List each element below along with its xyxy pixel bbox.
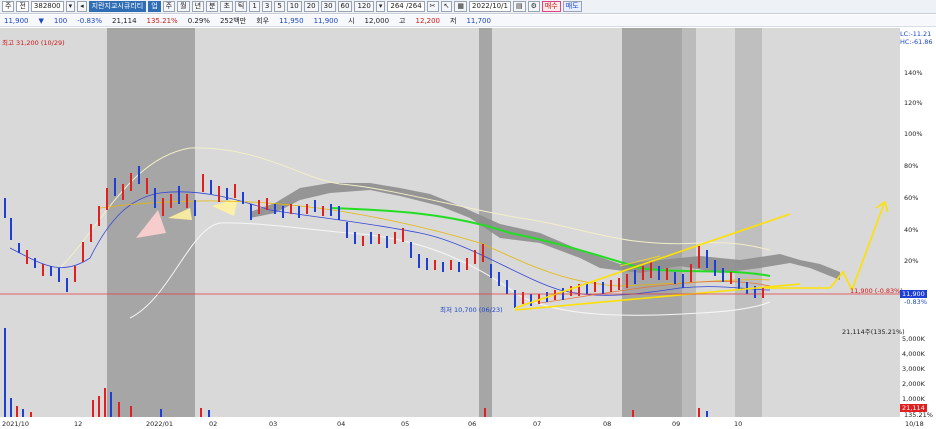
interval-button[interactable]: 3 (261, 1, 273, 12)
buy-button[interactable]: 매수 (541, 1, 561, 12)
date-tick: 10 (734, 420, 743, 428)
price-chart[interactable] (0, 28, 936, 429)
date-tick: 06 (468, 420, 477, 428)
low-annotation: 최저 10,700 (06/23) (440, 306, 503, 314)
interval-button[interactable]: 60 (337, 1, 353, 12)
period-button-month[interactable]: 월 (177, 1, 190, 12)
open-price: 11,900 (313, 16, 339, 25)
interval-button[interactable]: 10 (286, 1, 302, 12)
interval-button[interactable]: 20 (303, 1, 319, 12)
open-label: 시 (348, 16, 355, 25)
vol-tick: 4,000K (902, 350, 925, 358)
prev-price: 11,950 (279, 16, 304, 25)
date-tick: 09 (672, 420, 681, 428)
pct-tick: 120% (904, 99, 923, 107)
indicator-lc: LC:-11.21 (900, 30, 932, 38)
sell-button[interactable]: 매도 (562, 1, 582, 12)
pct-tick: 60% (904, 194, 919, 202)
date-tick: 2022/01 (146, 420, 174, 428)
open-price-2: 12,000 (364, 16, 390, 25)
date-tick: 02 (209, 420, 218, 428)
date-tick: 12 (74, 420, 83, 428)
prev-stock-button[interactable]: ◂ (77, 1, 87, 12)
period-button-tick[interactable]: 틱 (234, 1, 248, 12)
chart-toolbar: 주 전 382800 ▾ ◂ 지란지교시큐리티 업 주 월 년 분 초 틱 1 … (0, 0, 936, 14)
page-counter: 264 /264 (387, 1, 425, 12)
market-select[interactable]: 전 (16, 1, 29, 12)
date-input[interactable]: 2022/10/1 (469, 1, 511, 12)
price-change: 100 (53, 16, 68, 25)
date-tick: 07 (533, 420, 542, 428)
pct-tick: 100% (904, 130, 923, 138)
sector-tag[interactable]: 업 (148, 1, 161, 12)
period-button-minute[interactable]: 분 (206, 1, 219, 12)
pct-tick: 20% (904, 257, 919, 265)
date-tick: 08 (603, 420, 612, 428)
date-tick: 2021/10 (2, 420, 30, 428)
current-pct-tag: -0.83% (904, 298, 927, 306)
interval-button[interactable]: 5 (274, 1, 285, 12)
date-tick: 10/18 (905, 420, 924, 428)
stock-code-input[interactable]: 382800 (30, 1, 64, 12)
pct-tick: 40% (904, 226, 919, 234)
interval-button[interactable]: 1 (249, 1, 260, 12)
low-price: 11,700 (466, 16, 491, 25)
grid-icon[interactable]: ▦ (454, 1, 468, 12)
pct-tick: 80% (904, 162, 919, 170)
period-button-year[interactable]: 년 (191, 1, 205, 12)
period-button-second[interactable]: 초 (220, 1, 233, 12)
dropdown-icon[interactable]: ▾ (375, 1, 386, 12)
trade-amount: 252백만 (219, 16, 247, 25)
vol-tick: 2,000K (902, 380, 925, 388)
interval-button[interactable]: 30 (320, 1, 336, 12)
gear-icon[interactable]: ⚙ (527, 1, 540, 12)
date-tick: 05 (401, 420, 410, 428)
price-change-pct: -0.83% (77, 16, 103, 25)
pct-tick: 140% (904, 69, 923, 77)
turnover-pct: 0.29% (187, 16, 210, 25)
volume: 21,114 (112, 16, 137, 25)
low-label: 저 (449, 16, 457, 25)
vol-tick: 1,000K (902, 395, 925, 403)
vol-tick: 5,000K (902, 335, 925, 343)
volume-ratio: 135.21% (146, 16, 178, 25)
down-arrow-icon: ▼ (38, 16, 44, 25)
vol-tick: 3,000K (902, 365, 925, 373)
high-price: 12,200 (415, 16, 440, 25)
current-price: 11,900 (4, 16, 29, 25)
indicator-hc: HC:-61.86 (900, 38, 933, 46)
period-button-week[interactable]: 주 (162, 1, 176, 12)
date-tick: 03 (269, 420, 278, 428)
chart-period-select[interactable]: 주 (2, 1, 15, 12)
quote-bar: 11,900 ▼ 100 -0.83% 21,114 135.21% 0.29%… (0, 15, 936, 27)
date-tick: 04 (337, 420, 346, 428)
search-icon[interactable]: ▾ (65, 1, 76, 12)
volume-pct-tag: 135.21% (904, 411, 933, 419)
current-price-tag: 11,900 (900, 290, 927, 298)
prev-label: 회우 (256, 16, 270, 25)
calendar-icon[interactable]: ▤ (512, 1, 526, 12)
stock-name[interactable]: 지란지교시큐리티 (88, 1, 147, 12)
high-label: 고 (399, 16, 406, 25)
price-annotation: 11,900 (-0.83%) (850, 287, 903, 295)
high-annotation: 최고 31,200 (10/29) (2, 39, 65, 47)
volume-annotation: 21,114주(135.21%) (842, 328, 905, 336)
pointer-icon[interactable]: ↖ (440, 1, 453, 12)
interval-button[interactable]: 120 (354, 1, 374, 12)
scissors-icon[interactable]: ✂ (426, 1, 439, 12)
